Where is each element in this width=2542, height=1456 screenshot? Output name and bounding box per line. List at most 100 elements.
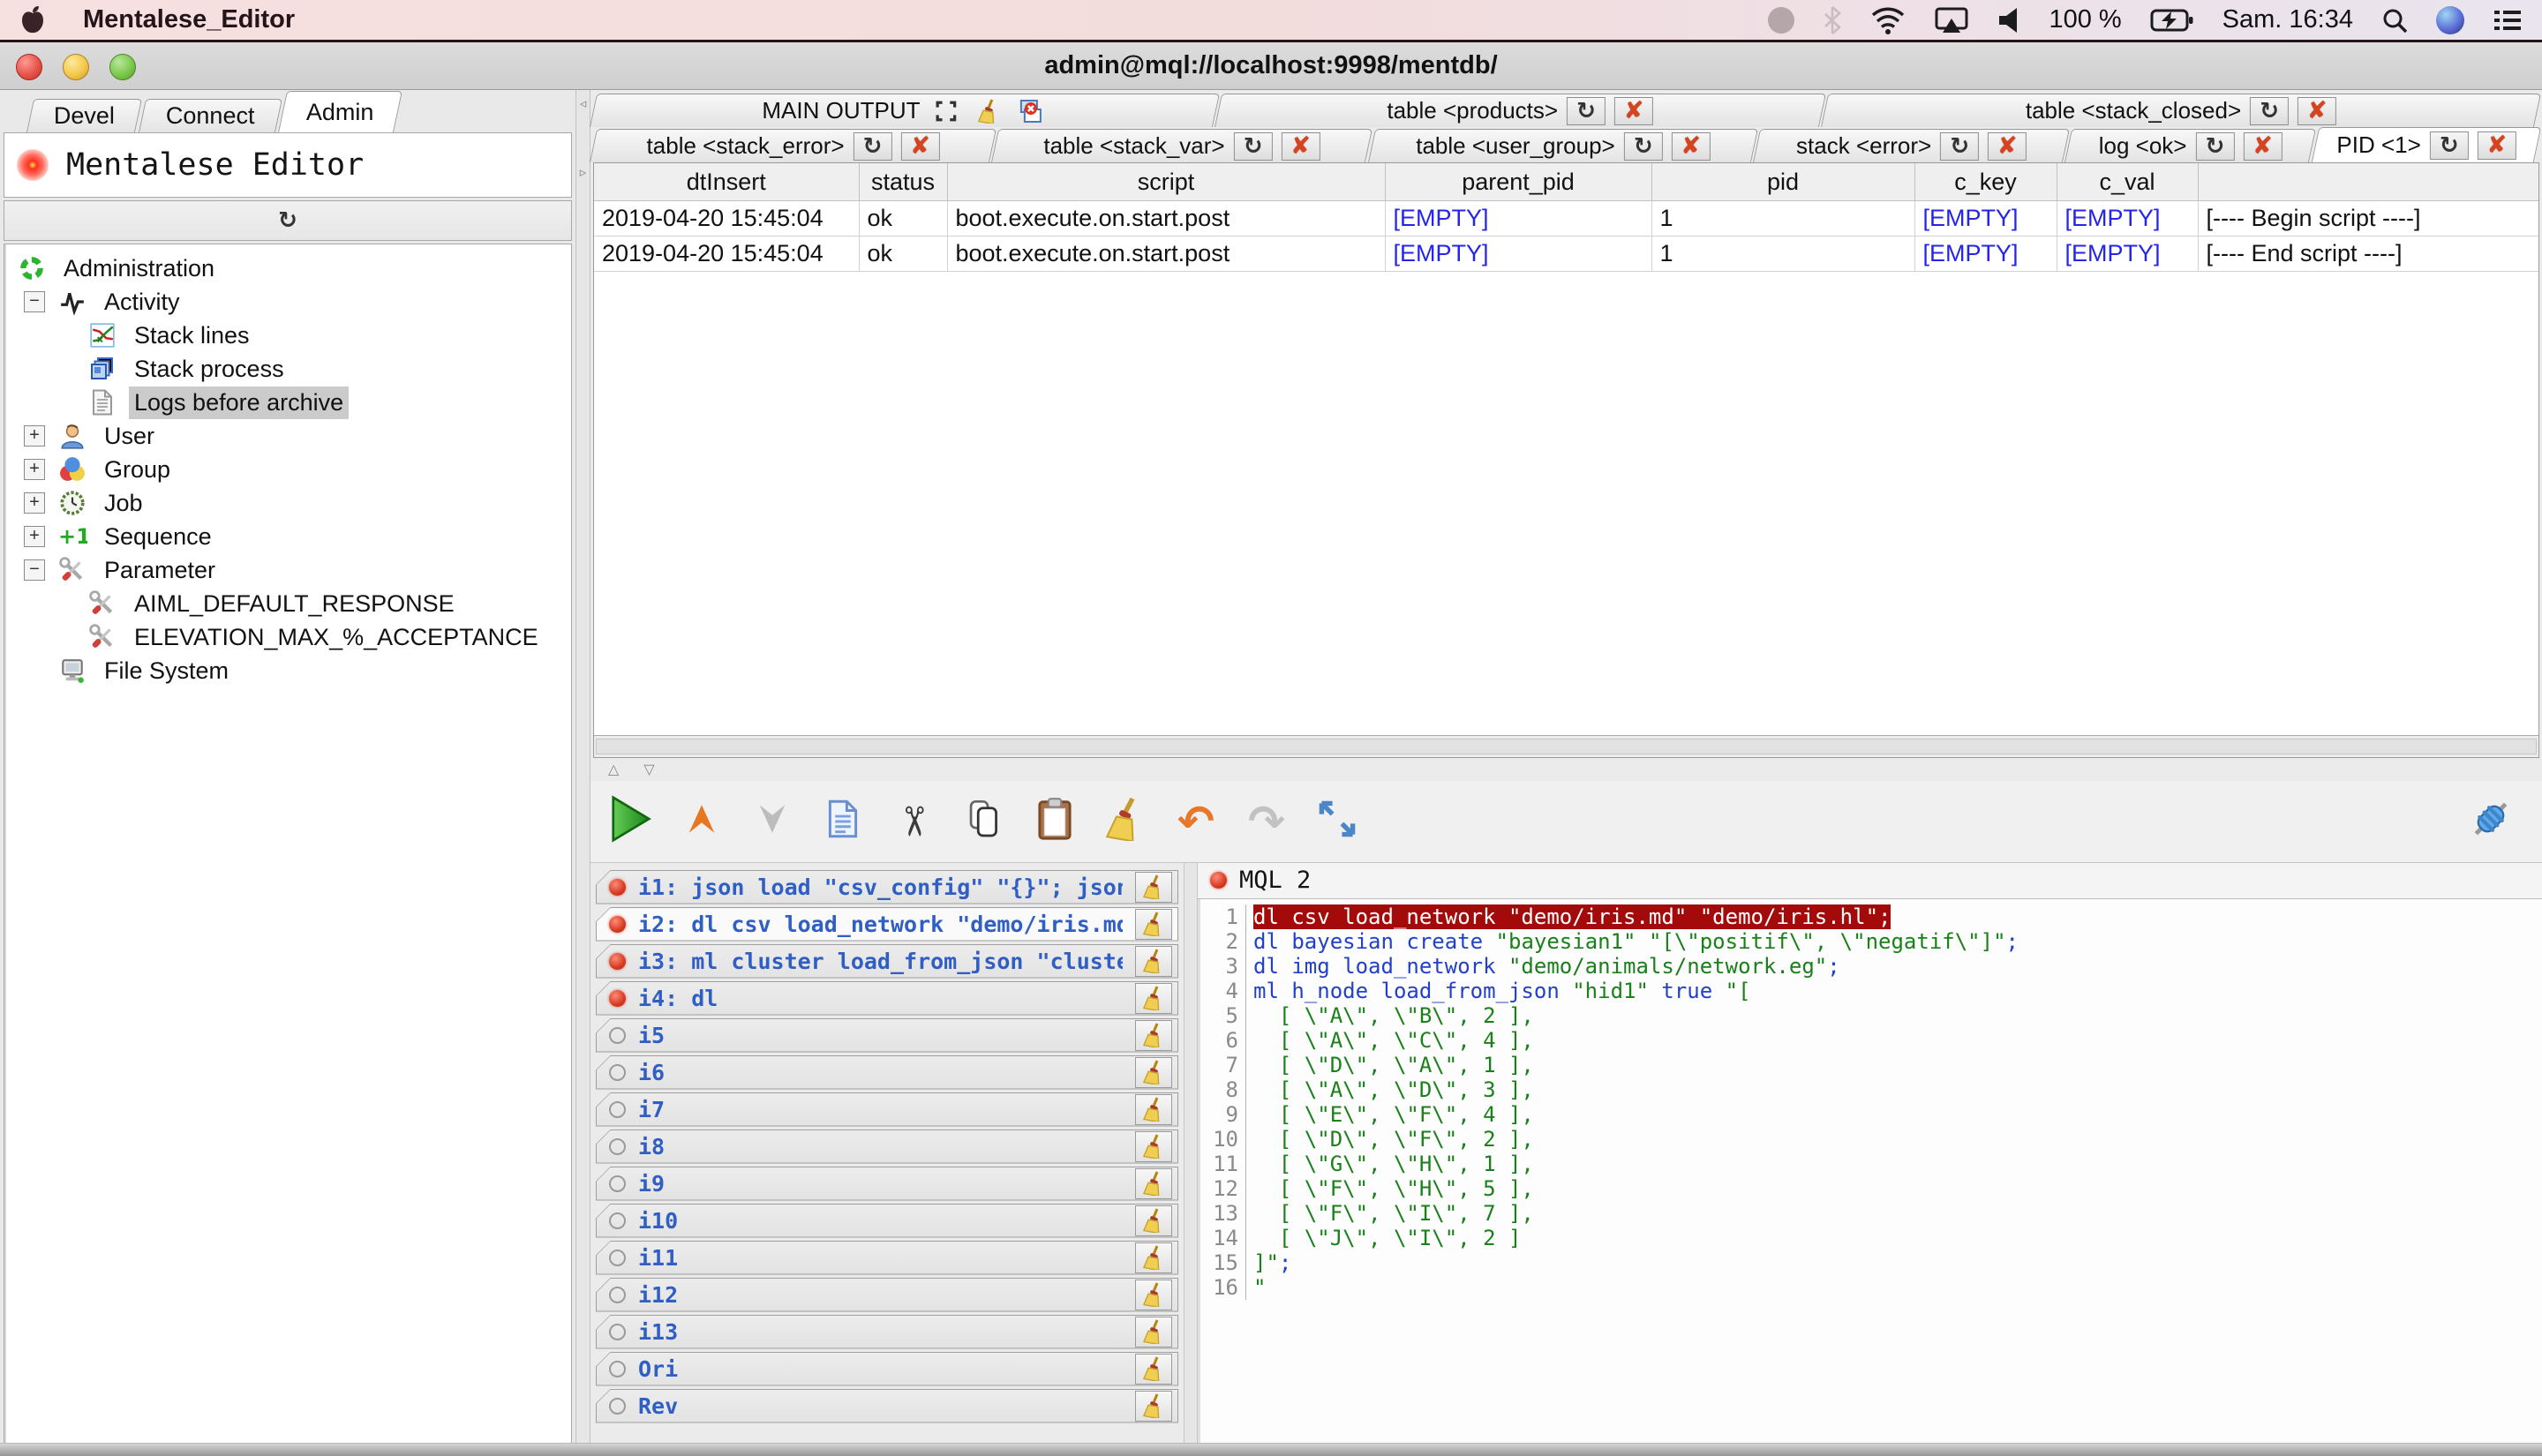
- copy-button[interactable]: [952, 790, 1016, 853]
- item-clean-button[interactable]: [1135, 1391, 1172, 1422]
- tab-close-button[interactable]: ✘: [1614, 97, 1653, 125]
- item-clean-button[interactable]: [1135, 1317, 1172, 1347]
- item-clean-button[interactable]: [1135, 1242, 1172, 1273]
- item-clean-button[interactable]: [1135, 872, 1172, 903]
- output-tab-stack-error[interactable]: stack <error>↻✘: [1753, 129, 2071, 162]
- screen-mirroring-icon[interactable]: [1934, 6, 1969, 34]
- list-item-i3[interactable]: i3: ml cluster load_from_json "cluster..…: [596, 944, 1178, 979]
- tab-refresh-button[interactable]: ↻: [854, 132, 892, 161]
- list-item-i10[interactable]: i10: [596, 1204, 1178, 1238]
- list-item-i9[interactable]: i9: [596, 1167, 1178, 1201]
- clean-button[interactable]: [1094, 790, 1157, 853]
- item-clean-button[interactable]: [1135, 909, 1172, 940]
- item-clean-button[interactable]: [1135, 1020, 1172, 1051]
- notification-bubble-icon[interactable]: [1768, 7, 1794, 34]
- item-clean-button[interactable]: [1135, 1205, 1172, 1236]
- table-horizontal-scrollbar[interactable]: [594, 735, 2538, 757]
- close-window-button[interactable]: [16, 54, 42, 80]
- column-header-c-val[interactable]: c_val: [2057, 163, 2198, 201]
- sidebar-splitter[interactable]: ◃ ▹: [575, 90, 590, 1456]
- tree-item-job[interactable]: +Job: [4, 486, 571, 520]
- column-header-script[interactable]: script: [947, 163, 1385, 201]
- list-item-i1[interactable]: i1: json load "csv_config" "{}"; json ..…: [596, 870, 1178, 904]
- item-clean-button[interactable]: [1135, 1057, 1172, 1088]
- expander-plus-icon[interactable]: +: [24, 459, 45, 480]
- list-item-i12[interactable]: i12: [596, 1278, 1178, 1312]
- item-clean-button[interactable]: [1135, 1094, 1172, 1125]
- output-tab-table-stack-closed[interactable]: table <stack_closed>↻✘: [1821, 94, 2541, 127]
- collapse-right-icon[interactable]: ▹: [580, 164, 587, 180]
- list-item-i13[interactable]: i13: [596, 1315, 1178, 1349]
- column-header-pid[interactable]: pid: [1651, 163, 1914, 201]
- list-item-i7[interactable]: i7: [596, 1092, 1178, 1127]
- spotlight-search-icon[interactable]: [2381, 7, 2408, 34]
- item-clean-button[interactable]: [1135, 946, 1172, 977]
- output-tab-log-ok[interactable]: log <ok>↻✘: [2064, 129, 2316, 162]
- resize-button[interactable]: [1305, 790, 1369, 853]
- output-tab-table-products[interactable]: table <products>↻✘: [1215, 94, 1826, 127]
- tab-refresh-button[interactable]: ↻: [1567, 97, 1606, 125]
- tree-item-stack-process[interactable]: Stack process: [4, 352, 571, 386]
- list-item-i8[interactable]: i8: [596, 1130, 1178, 1164]
- collapse-up-icon[interactable]: △: [608, 761, 619, 778]
- list-item-rev[interactable]: Rev: [596, 1389, 1178, 1423]
- wifi-icon[interactable]: [1870, 6, 1906, 34]
- menubar-clock[interactable]: Sam. 16:34: [2222, 5, 2353, 34]
- collapse-down-icon[interactable]: ▽: [643, 761, 654, 778]
- column-header-parent-pid[interactable]: parent_pid: [1385, 163, 1651, 201]
- table-row[interactable]: 2019-04-20 15:45:04okboot.execute.on.sta…: [594, 201, 2538, 236]
- column-header-dtinsert[interactable]: dtInsert: [594, 163, 859, 201]
- tab-close-button[interactable]: ✘: [1282, 132, 1320, 161]
- battery-percent[interactable]: 100 %: [2049, 5, 2121, 34]
- tab-close-button[interactable]: ✘: [2244, 132, 2283, 161]
- sidebar-tab-admin[interactable]: Admin: [278, 91, 402, 132]
- tree-item-logs-before-archive[interactable]: Logs before archive: [4, 386, 571, 419]
- tree-refresh-button[interactable]: ↻: [4, 200, 572, 241]
- tab-refresh-button[interactable]: ↻: [2429, 131, 2468, 160]
- expander-minus-icon[interactable]: −: [24, 291, 45, 312]
- expander-plus-icon[interactable]: +: [24, 492, 45, 514]
- cut-button[interactable]: ✂: [882, 790, 945, 853]
- zoom-window-button[interactable]: [109, 54, 136, 80]
- collapse-left-icon[interactable]: ◃: [580, 95, 587, 111]
- code-area[interactable]: 1dl csv load_network "demo/iris.md" "dem…: [1198, 899, 2542, 1456]
- tree-item-file-system[interactable]: File System: [4, 654, 571, 687]
- item-clean-button[interactable]: [1135, 1280, 1172, 1310]
- item-clean-button[interactable]: [1135, 1131, 1172, 1162]
- scrollbar-thumb[interactable]: [596, 739, 2537, 754]
- sidebar-tab-devel[interactable]: Devel: [26, 99, 142, 132]
- list-item-i4[interactable]: i4: dl: [596, 981, 1178, 1016]
- connector-button[interactable]: [2459, 790, 2523, 853]
- tab-refresh-button[interactable]: ↻: [2250, 97, 2289, 125]
- paste-button[interactable]: [1023, 790, 1087, 853]
- undo-button[interactable]: ↶: [1164, 790, 1228, 853]
- expander-plus-icon[interactable]: +: [24, 526, 45, 547]
- tree-item-activity[interactable]: −Activity: [4, 285, 571, 319]
- main-splitter[interactable]: △ ▽: [590, 758, 2542, 781]
- notification-center-icon[interactable]: [2493, 8, 2523, 33]
- tree-item-group[interactable]: +Group: [4, 453, 571, 486]
- tab-close-button[interactable]: ✘: [901, 132, 940, 161]
- list-item-ori[interactable]: Ori: [596, 1352, 1178, 1386]
- item-clean-button[interactable]: [1135, 1168, 1172, 1199]
- tree-item-aiml-default-response[interactable]: AIML_DEFAULT_RESPONSE: [4, 587, 571, 620]
- up-button[interactable]: [670, 790, 733, 853]
- newdoc-button[interactable]: [811, 790, 875, 853]
- siri-icon[interactable]: [2436, 6, 2464, 34]
- editor-tab[interactable]: MQL 2: [1198, 863, 2542, 899]
- tree-item-elevation-max-acceptance[interactable]: ELEVATION_MAX_%_ACCEPTANCE: [4, 620, 571, 654]
- tab-refresh-button[interactable]: ↻: [1940, 132, 1979, 161]
- run-button[interactable]: [599, 790, 663, 853]
- tab-closewins-button[interactable]: [1013, 97, 1047, 125]
- tab-refresh-button[interactable]: ↻: [1234, 132, 1273, 161]
- tree-item-stack-lines[interactable]: Stack lines: [4, 319, 571, 352]
- output-tab-table-stack-error[interactable]: table <stack_error>↻✘: [590, 129, 996, 162]
- tree-item-parameter[interactable]: −Parameter: [4, 553, 571, 587]
- tab-broom-button[interactable]: [971, 97, 1004, 125]
- down-button[interactable]: [741, 790, 804, 853]
- output-tab-table-stack-var[interactable]: table <stack_var>↻✘: [991, 129, 1373, 162]
- minimize-window-button[interactable]: [63, 54, 89, 80]
- apple-menu-icon[interactable]: [19, 5, 46, 35]
- tree-item-administration[interactable]: Administration: [4, 251, 571, 285]
- battery-charging-icon[interactable]: [2150, 8, 2194, 33]
